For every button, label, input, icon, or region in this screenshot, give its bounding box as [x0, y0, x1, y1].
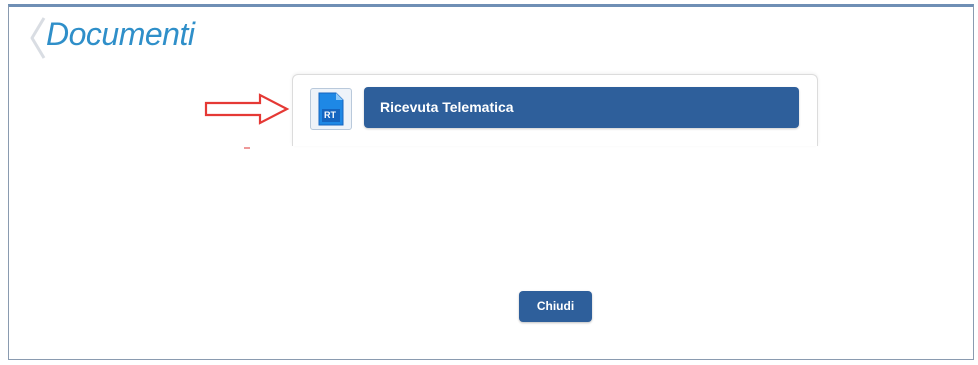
document-file-icon	[318, 92, 344, 126]
rt-icon-label: RT	[324, 110, 336, 120]
ricevuta-telematica-button[interactable]: Ricevuta Telematica	[364, 87, 799, 128]
page-title: Documenti	[46, 16, 195, 52]
close-button[interactable]: Chiudi	[519, 291, 592, 322]
annotation-mark	[244, 147, 250, 149]
dialog-frame	[8, 4, 974, 360]
rt-document-icon[interactable]: RT	[310, 88, 352, 130]
red-outline-arrow-icon	[204, 93, 290, 125]
